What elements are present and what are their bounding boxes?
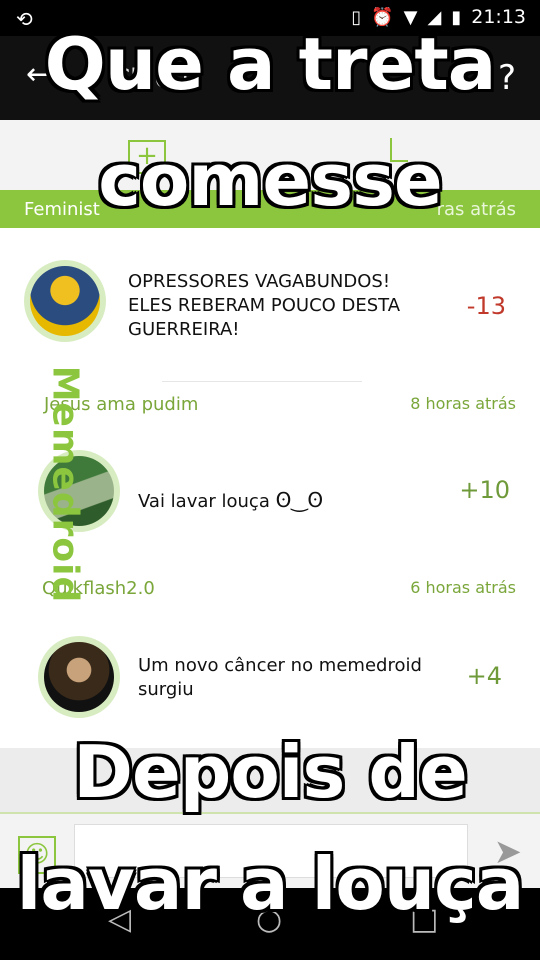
avatar[interactable]: [24, 260, 106, 342]
comment-time: 8 horas atrás: [410, 394, 516, 413]
vote-score: -13: [466, 292, 506, 320]
meme-caption-top-2: comesse: [98, 138, 443, 222]
vote-score: +10: [459, 476, 510, 504]
memedroid-watermark: Memedroid: [44, 365, 86, 604]
list-item: OPRESSORES VAGABUNDOS! ELES REBERAM POUC…: [0, 228, 540, 378]
meme-caption-top-1: Que a treta: [44, 22, 497, 106]
meme-caption-bottom-1: Depois de: [73, 730, 468, 814]
avatar-image: [44, 642, 114, 712]
comment-text: Um novo câncer no memedroid surgiu: [138, 655, 422, 700]
vote-score: +4: [466, 662, 502, 690]
comment-text: OPRESSORES VAGABUNDOS! ELES REBERAM POUC…: [128, 271, 401, 340]
meme-caption-bottom-2: lavar a louça: [16, 842, 525, 926]
comment-time: 6 horas atrás: [410, 578, 516, 597]
comment-text: Vai lavar louça ʘ‿ʘ: [138, 488, 324, 512]
avatar-image: [30, 266, 100, 336]
avatar[interactable]: [38, 636, 120, 718]
rage-face-icon: ʘ‿ʘ: [275, 488, 324, 512]
